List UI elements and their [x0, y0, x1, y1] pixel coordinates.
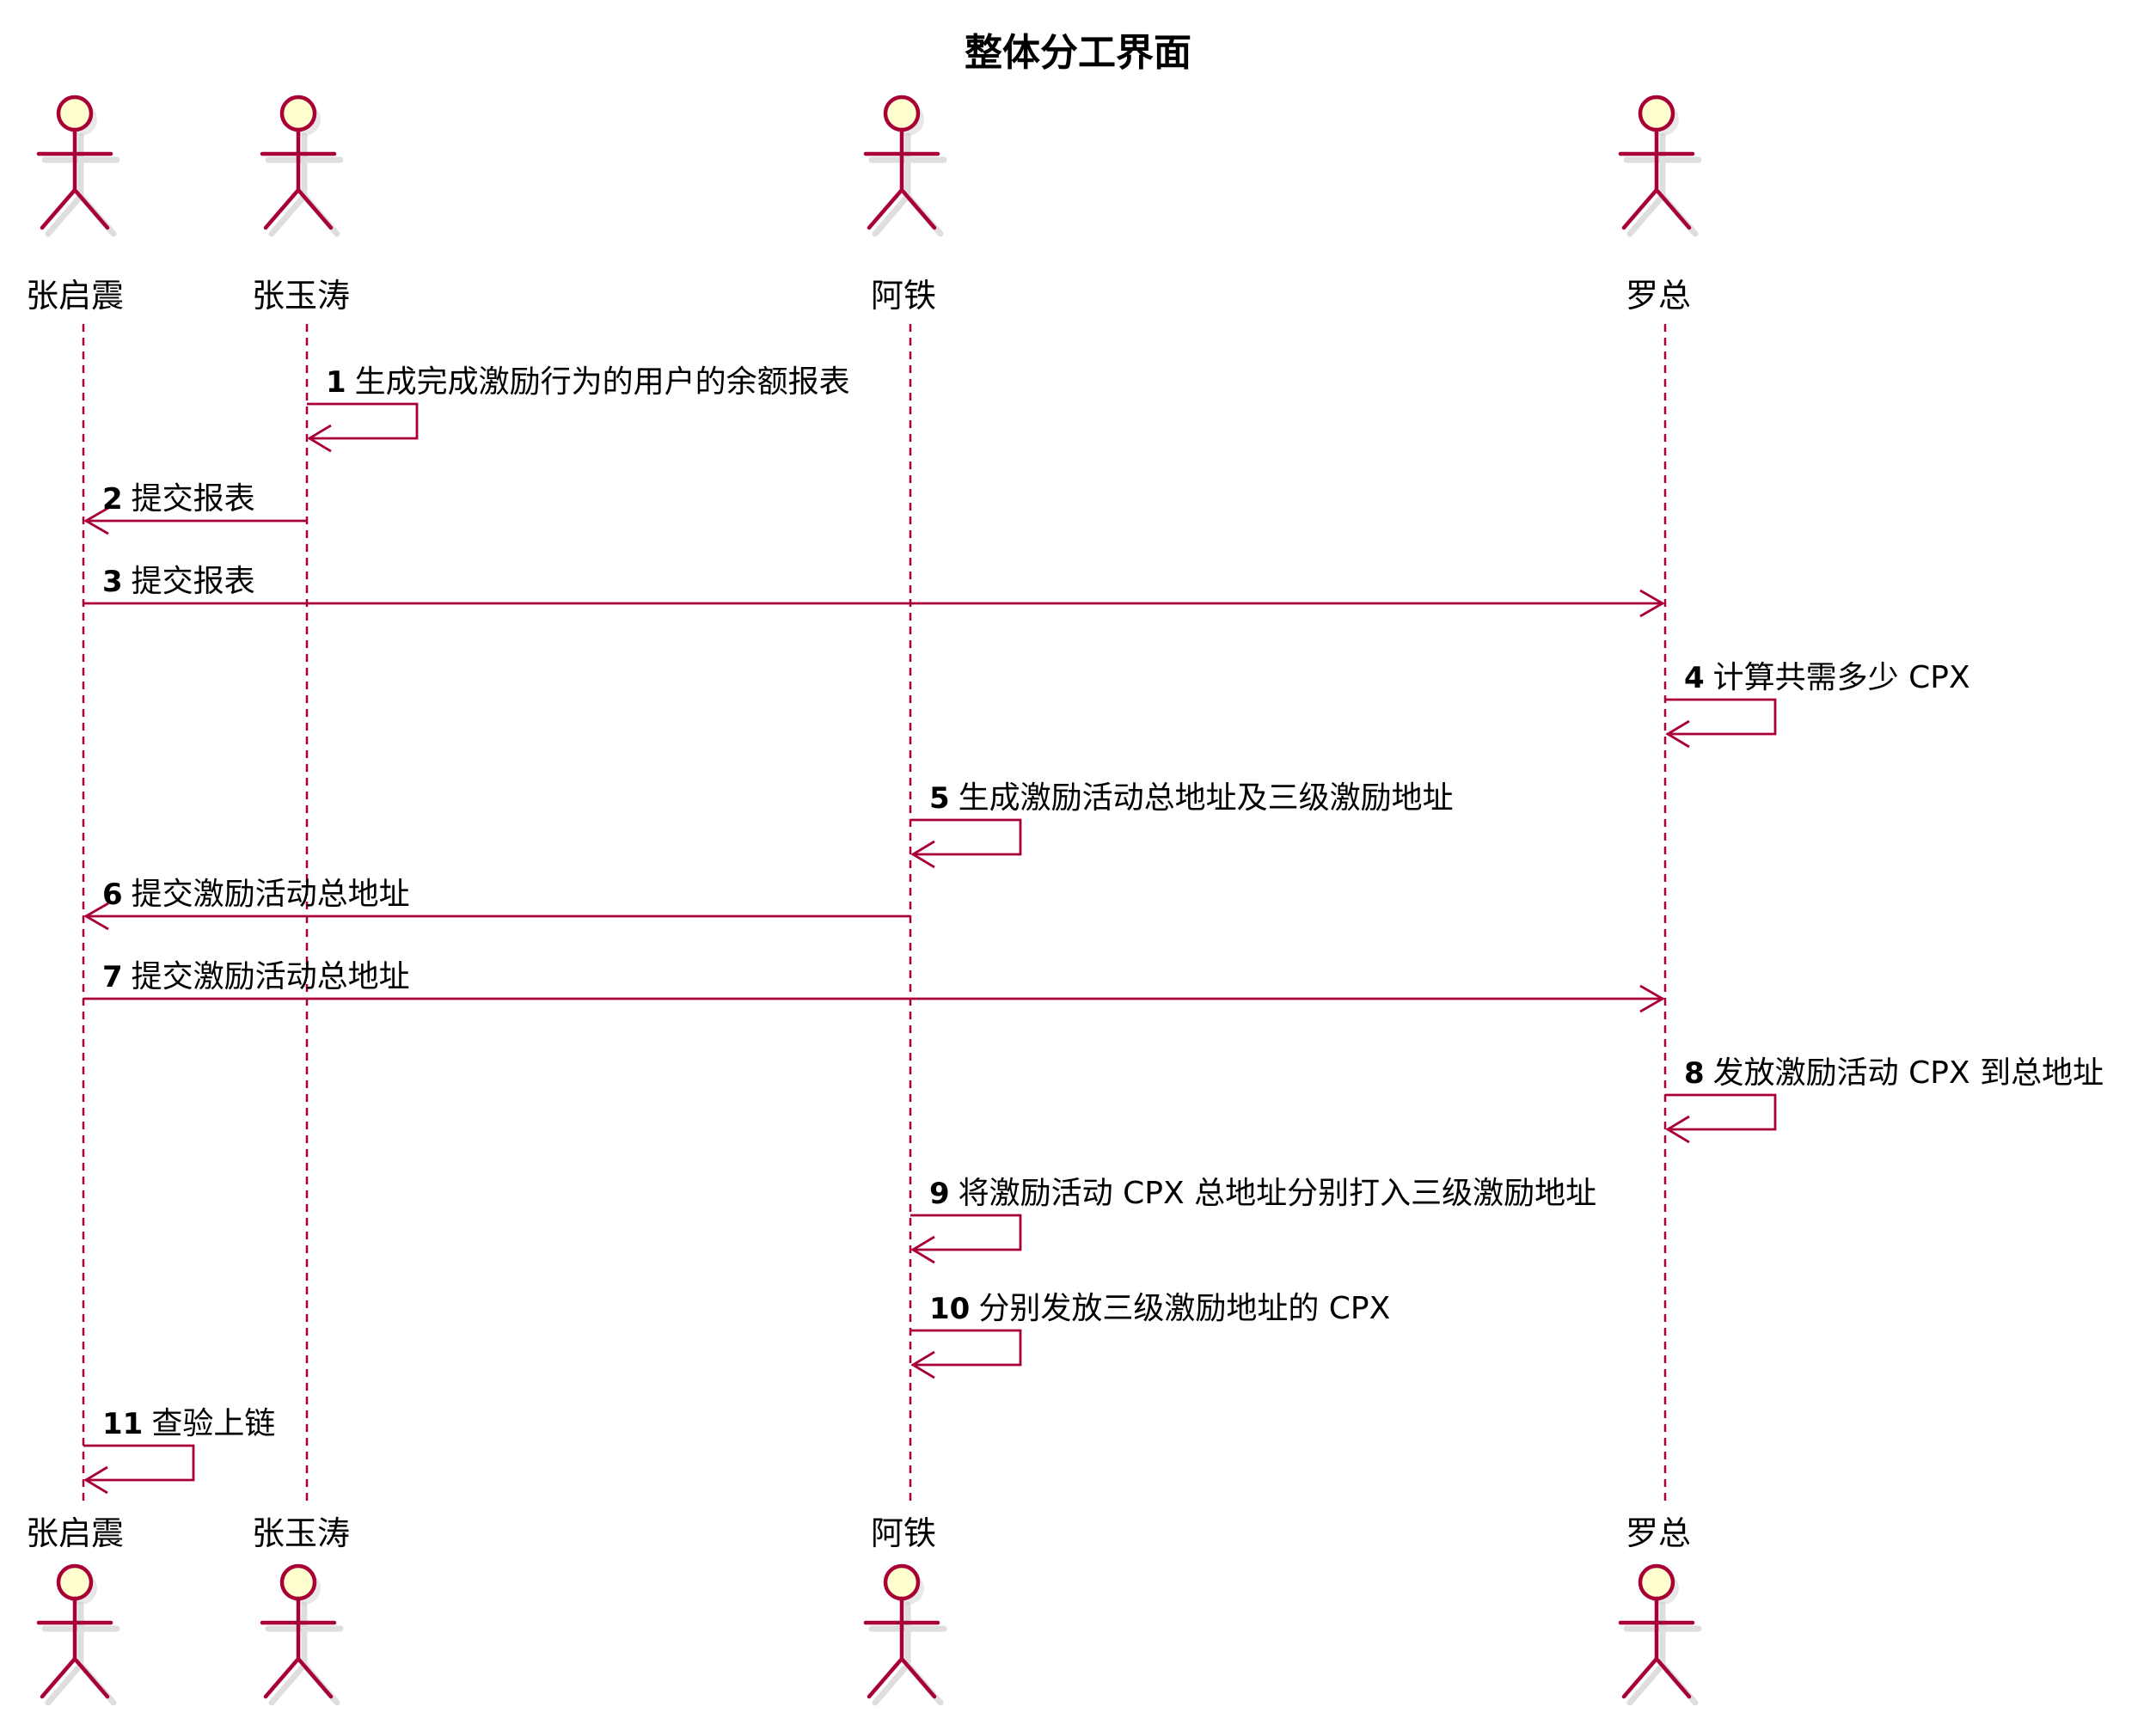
message-line-9 — [910, 1214, 1022, 1251]
message-number: 6 — [102, 878, 123, 912]
sequence-diagram: 整体分工界面 张启震张启震张玉涛张玉涛阿铁阿铁罗总罗总 1 生成完成激励行为的用户… — [26, 31, 2104, 1706]
message-text: 提交报表 — [132, 481, 255, 517]
diagram-title: 整体分工界面 — [965, 31, 1191, 75]
participant-name-zyt-bottom: 张玉涛 — [252, 1514, 350, 1552]
message-label-6: 6 提交激励活动总地址 — [102, 877, 410, 912]
message-1: 1 生成完成激励行为的用户的余额报表 — [307, 364, 850, 453]
message-text: 生成完成激励行为的用户的余额报表 — [355, 364, 850, 400]
actor-figure-zqz-bottom — [36, 1563, 120, 1706]
participant-name-lz-bottom: 罗总 — [1626, 1514, 1691, 1552]
participant-name-zqz-bottom: 张启震 — [26, 1514, 124, 1552]
message-label-1: 1 生成完成激励行为的用户的余额报表 — [326, 364, 850, 400]
actor-figure-zyt-top — [260, 95, 344, 237]
message-number: 3 — [102, 565, 123, 599]
participant-name-at-bottom: 阿铁 — [871, 1514, 936, 1552]
message-text: 提交激励活动总地址 — [132, 959, 410, 994]
message-label-5: 5 生成激励活动总地址及三级激励地址 — [929, 780, 1454, 816]
message-text: 生成激励活动总地址及三级激励地址 — [959, 780, 1454, 816]
message-5: 5 生成激励活动总地址及三级激励地址 — [910, 780, 1454, 869]
lifelines — [82, 324, 1667, 1506]
message-number: 2 — [102, 482, 123, 517]
actor-figure-lz-bottom — [1618, 1563, 1702, 1706]
message-2: 2 提交报表 — [83, 481, 307, 535]
actor-figure-zqz-top — [36, 95, 120, 237]
message-line-8 — [1665, 1093, 1777, 1131]
messages: 1 生成完成激励行为的用户的余额报表 2 提交报表 3 提交报表 4 计算共需多少 CPX 5 生… — [83, 364, 2104, 1495]
participant-name-zyt-top: 张玉涛 — [252, 277, 350, 315]
message-number: 5 — [929, 781, 950, 816]
message-text: 计算共需多少 CPX — [1713, 660, 1970, 695]
message-line-5 — [910, 818, 1022, 856]
actor-figure-at-bottom — [863, 1563, 947, 1706]
message-number: 4 — [1684, 661, 1705, 695]
message-number: 7 — [102, 960, 123, 994]
message-4: 4 计算共需多少 CPX — [1665, 660, 1970, 749]
message-10: 10 分别发放三级激励地址的 CPX — [910, 1291, 1390, 1379]
message-line-10 — [910, 1329, 1022, 1367]
message-text: 发放激励活动 CPX 到总地址 — [1713, 1055, 2104, 1091]
message-line-1 — [307, 402, 419, 440]
message-text: 提交报表 — [132, 564, 255, 599]
participant-name-zqz-top: 张启震 — [26, 277, 124, 315]
message-line-4 — [1665, 698, 1777, 736]
message-9: 9 将激励活动 CPX 总地址分别打入三级激励地址 — [910, 1176, 1596, 1264]
message-11: 11 查验上链 — [83, 1406, 275, 1495]
actor-figure-lz-top — [1618, 95, 1702, 237]
message-label-8: 8 发放激励活动 CPX 到总地址 — [1684, 1055, 2104, 1091]
message-label-9: 9 将激励活动 CPX 总地址分别打入三级激励地址 — [929, 1176, 1596, 1211]
actor-figure-at-top — [863, 95, 947, 237]
message-text: 查验上链 — [151, 1406, 275, 1441]
message-label-2: 2 提交报表 — [102, 481, 255, 517]
message-7: 7 提交激励活动总地址 — [83, 959, 1665, 1013]
message-number: 11 — [102, 1407, 143, 1441]
message-number: 9 — [929, 1177, 950, 1211]
message-label-4: 4 计算共需多少 CPX — [1684, 660, 1970, 695]
message-label-7: 7 提交激励活动总地址 — [102, 959, 410, 994]
actor-figure-zyt-bottom — [260, 1563, 344, 1706]
message-3: 3 提交报表 — [83, 564, 1665, 618]
message-line-11 — [83, 1444, 195, 1482]
message-number: 8 — [1684, 1056, 1705, 1091]
participant-name-lz-top: 罗总 — [1626, 277, 1691, 315]
message-8: 8 发放激励活动 CPX 到总地址 — [1665, 1055, 2104, 1144]
message-6: 6 提交激励活动总地址 — [83, 877, 910, 931]
participant-name-at-top: 阿铁 — [871, 277, 936, 315]
message-text: 将激励活动 CPX 总地址分别打入三级激励地址 — [959, 1176, 1596, 1211]
message-label-10: 10 分别发放三级激励地址的 CPX — [929, 1291, 1390, 1326]
message-number: 10 — [929, 1292, 970, 1326]
message-label-3: 3 提交报表 — [102, 564, 255, 599]
message-text: 分别发放三级激励地址的 CPX — [978, 1291, 1390, 1326]
message-text: 提交激励活动总地址 — [132, 877, 410, 912]
message-number: 1 — [326, 365, 346, 400]
message-label-11: 11 查验上链 — [102, 1406, 275, 1441]
